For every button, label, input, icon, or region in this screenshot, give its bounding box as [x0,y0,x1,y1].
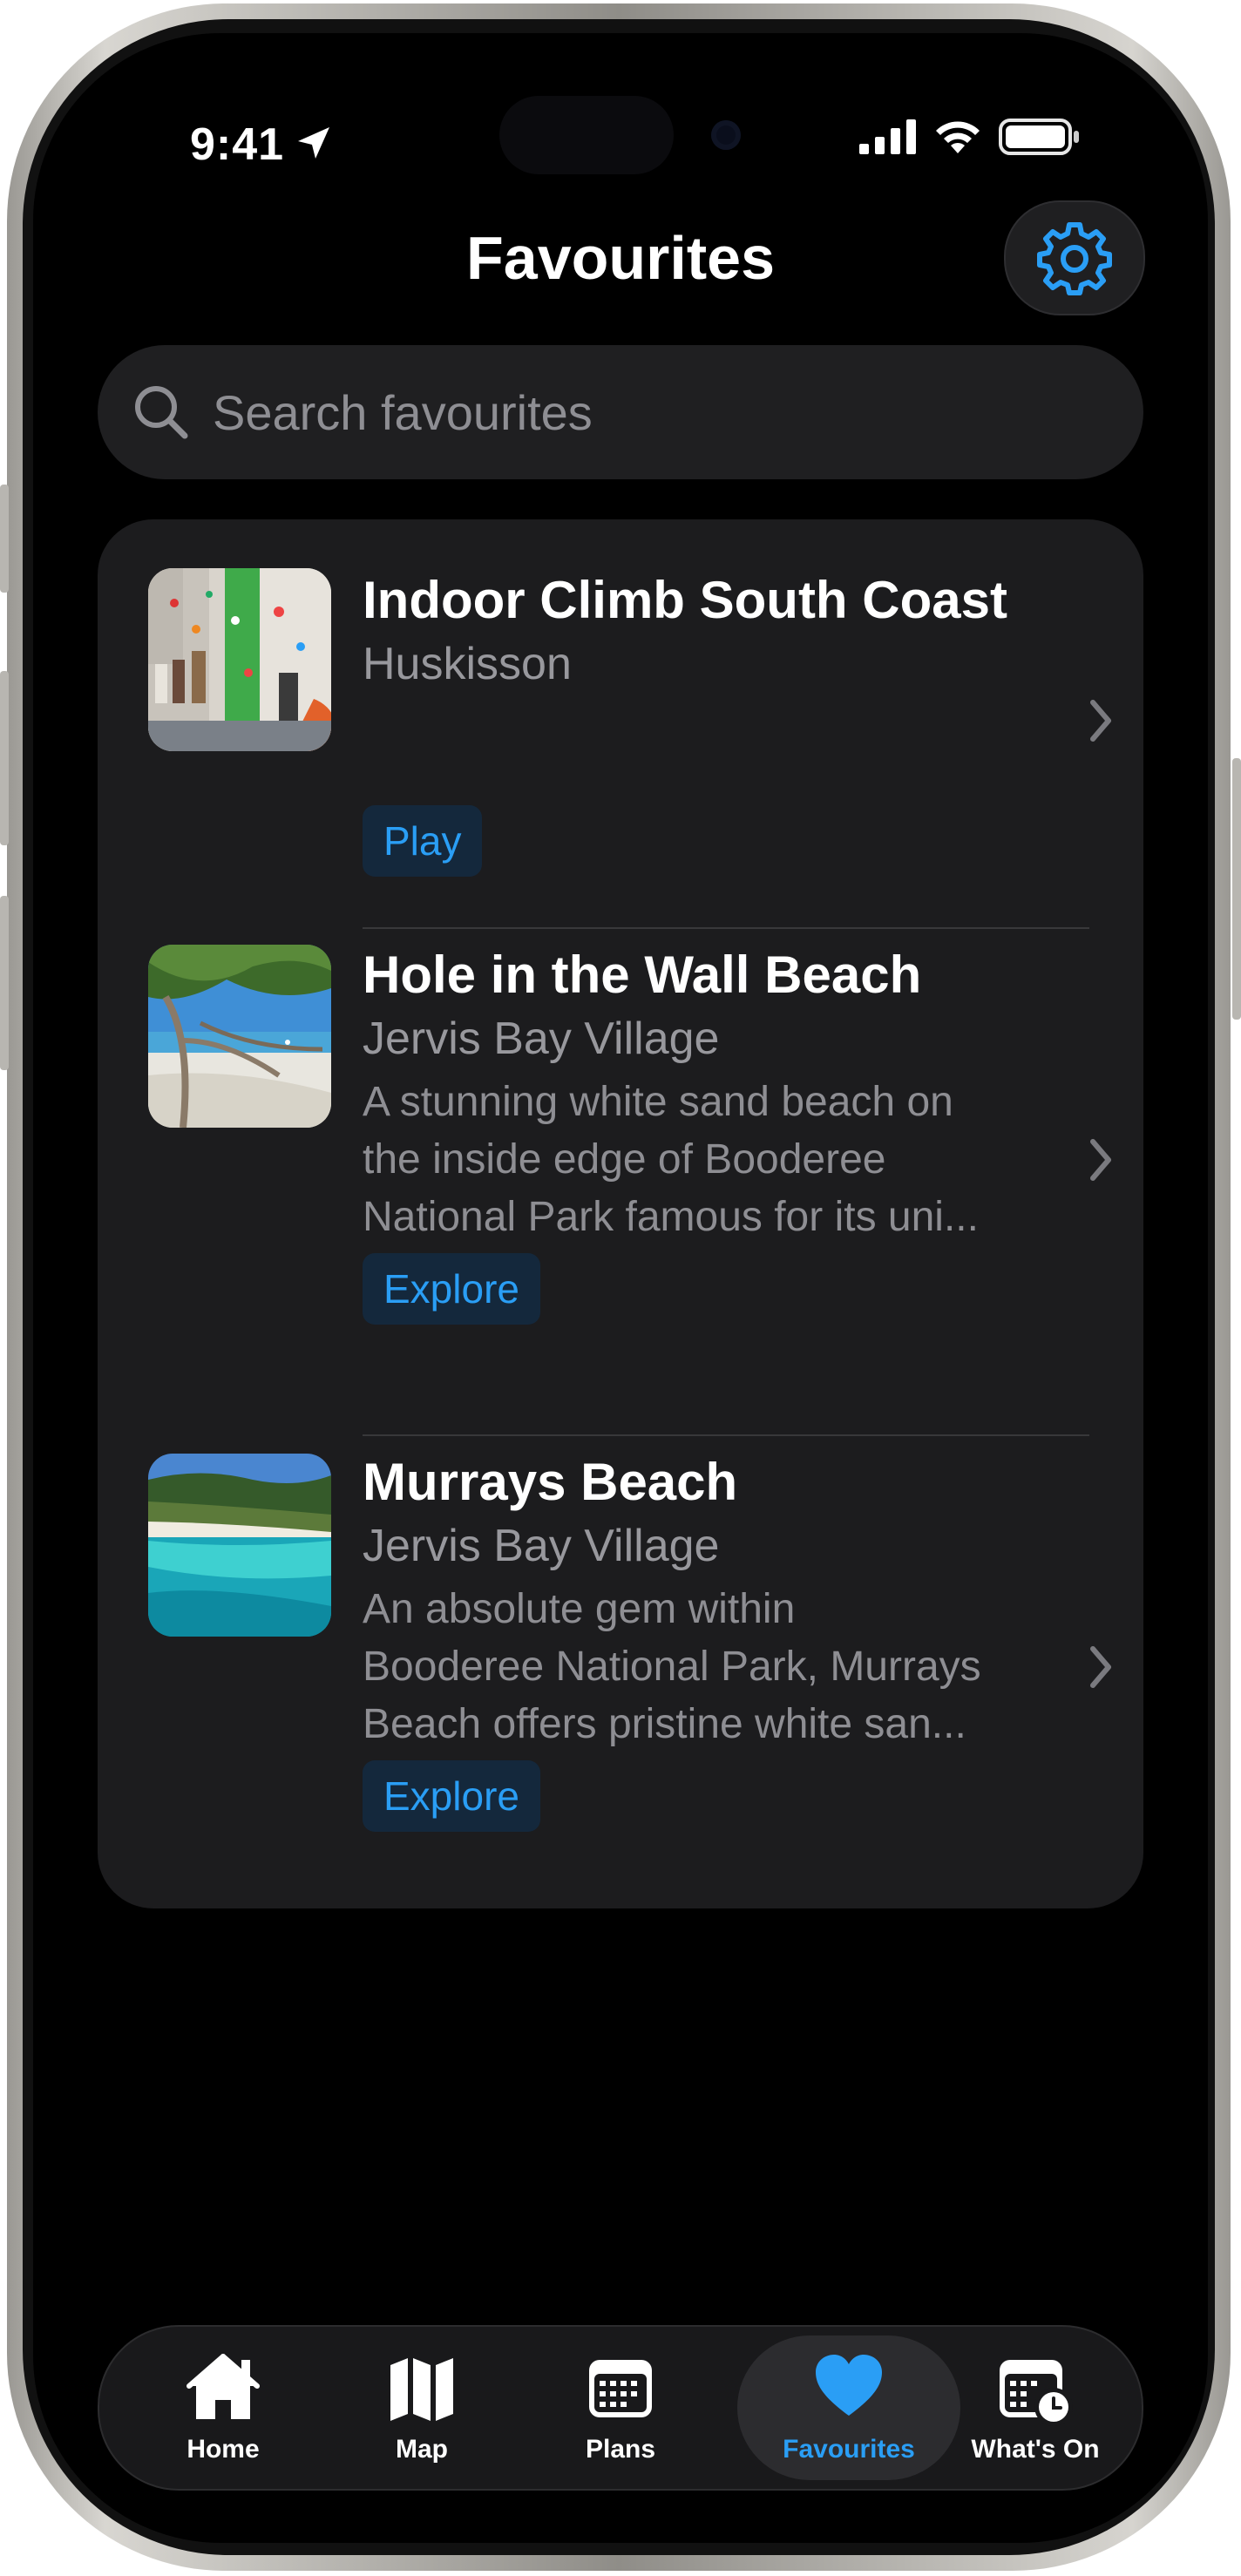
tab-label: Home [186,2435,260,2464]
turquoise-bay-photo [148,1454,331,1637]
battery-icon [999,119,1079,155]
tab-home[interactable]: Home [124,2327,322,2489]
volume-up-button [0,671,9,845]
category-tag: Explore [363,1760,540,1832]
search-bar[interactable] [98,345,1143,479]
item-description: An absolute gem within Booderee National… [363,1581,1025,1753]
calendar-icon [589,2360,652,2417]
description-line: the inside edge of Booderee [363,1136,886,1183]
wifi-icon [936,121,980,153]
chevron-right-icon [1090,700,1111,742]
category-tag: Explore [363,1253,540,1325]
climbing-wall-photo [148,568,331,751]
tab-bar: Home Map Plans Favourites What's On [98,2325,1143,2491]
volume-down-button [0,896,9,1070]
location-arrow-icon [298,127,329,159]
tab-whats-on[interactable]: What's On [936,2327,1135,2489]
action-button [0,485,9,593]
description-line: Beach offers pristine white san... [363,1701,966,1747]
description-line: An absolute gem within [363,1586,796,1632]
item-title: Indoor Climb South Coast [363,571,1007,629]
gear-icon [1037,222,1112,295]
list-item-murrays-beach[interactable]: Murrays Beach Jervis Bay Village An abso… [98,1436,1143,1908]
calendar-clock-icon [1000,2360,1073,2426]
chevron-right-icon [1090,1139,1111,1181]
beach-tree-photo [148,945,331,1128]
favourites-list: Indoor Climb South Coast Huskisson Play [98,519,1143,1908]
chevron-right-icon [1090,1646,1111,1688]
search-icon [135,386,188,439]
power-button [1232,758,1241,1020]
description-line: National Park famous for its uni... [363,1194,979,1240]
item-description: A stunning white sand beach on the insid… [363,1074,1025,1246]
list-item-hole-in-the-wall[interactable]: Hole in the Wall Beach Jervis Bay Villag… [98,929,1143,1436]
signal-icon [859,119,916,154]
island-sensor [499,96,674,174]
tab-label: Map [396,2435,448,2464]
screen: 9:41 Favourites Search favourites Indoor… [33,33,1208,2543]
settings-button[interactable] [1004,200,1145,315]
tab-map[interactable]: Map [322,2327,521,2489]
item-title: Hole in the Wall Beach [363,946,922,1004]
tab-label: Plans [585,2435,656,2464]
tab-plans[interactable]: Plans [521,2327,720,2489]
item-location: Jervis Bay Village [363,1521,720,1571]
tab-label: Favourites [783,2435,915,2464]
item-title: Murrays Beach [363,1453,738,1511]
description-line: A stunning white sand beach on [363,1079,953,1125]
list-item-indoor-climb[interactable]: Indoor Climb South Coast Huskisson Play [98,519,1143,929]
item-location: Huskisson [363,639,572,689]
search-input[interactable] [211,383,1143,442]
house-icon [186,2354,260,2419]
category-tag: Play [363,805,483,877]
map-icon [390,2358,453,2421]
front-camera [711,120,741,150]
status-time: 9:41 [190,119,285,170]
heart-icon [816,2355,882,2416]
item-location: Jervis Bay Village [363,1013,720,1064]
tab-label: What's On [971,2435,1100,2464]
description-line: Booderee National Park, Murrays [363,1644,981,1690]
status-icons [859,119,1081,155]
tab-favourites[interactable]: Favourites [749,2327,948,2489]
